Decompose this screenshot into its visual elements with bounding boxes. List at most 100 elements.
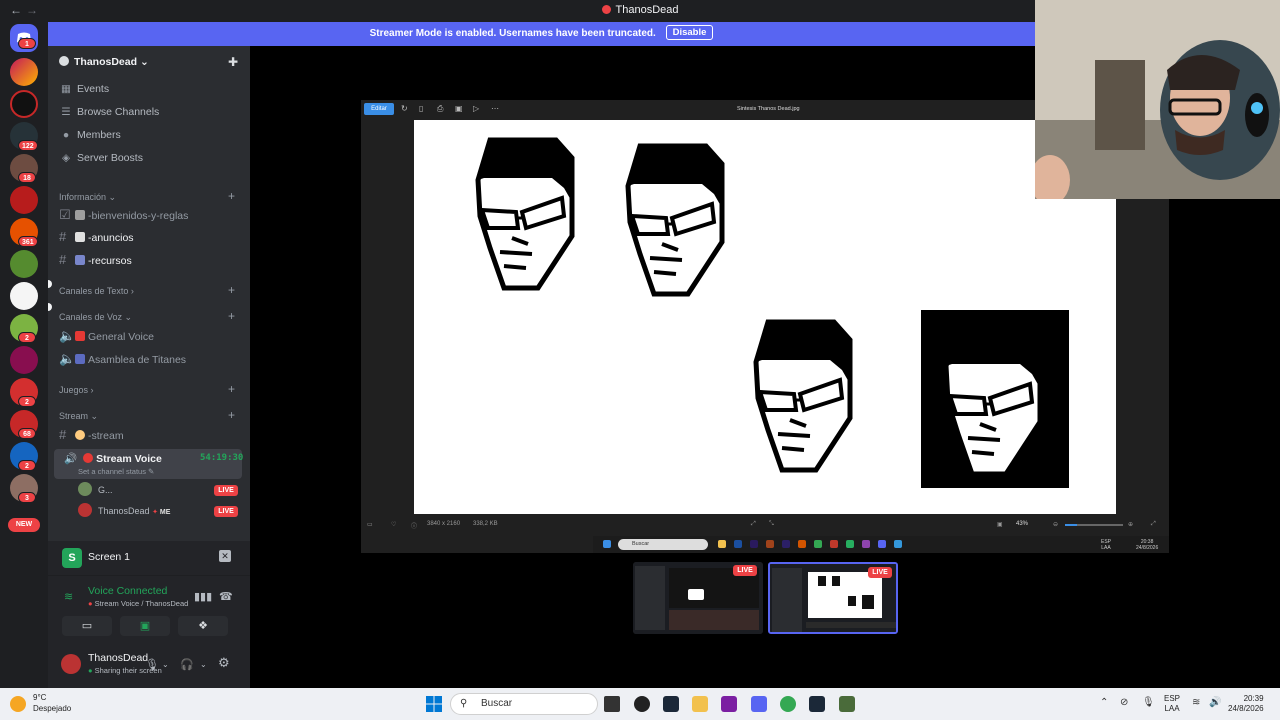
app-icon[interactable] — [721, 696, 737, 712]
clock[interactable]: 20:39 24/8/2026 — [1228, 694, 1264, 714]
stop-share-icon[interactable]: ✕ — [219, 550, 231, 562]
microphone-icon[interactable]: 🎙 — [1142, 697, 1155, 708]
menu-server-boosts[interactable]: ◈ Server Boosts — [59, 148, 143, 168]
fullscreen-icon[interactable]: ⤢ — [751, 521, 756, 528]
zoom-out-icon[interactable]: ⊖ — [1053, 521, 1058, 528]
app-icon[interactable] — [839, 696, 855, 712]
voice-status[interactable]: Voice Connected — [88, 585, 167, 597]
unread-badge: 18 — [18, 172, 36, 183]
menu-browse-channels[interactable]: ☰ Browse Channels — [59, 102, 159, 122]
live-badge: LIVE — [214, 485, 238, 496]
rotate-icon[interactable]: ↻ — [401, 104, 408, 113]
server-icon[interactable] — [10, 186, 38, 214]
category-texto[interactable]: Canales de Texto › — [59, 286, 134, 296]
weather-moon-icon[interactable] — [10, 696, 26, 712]
edit-button[interactable]: Editar — [364, 103, 394, 115]
chevron-down-icon[interactable]: ⌄ — [200, 660, 207, 669]
headphones-icon[interactable]: 🎧 — [180, 658, 194, 671]
server-icon[interactable] — [10, 250, 38, 278]
live-badge: LIVE — [868, 567, 892, 578]
server-icon[interactable] — [10, 58, 38, 86]
user-avatar[interactable] — [61, 654, 81, 674]
filmstrip-icon[interactable]: ▭ — [367, 521, 373, 528]
compare-icon[interactable]: ⤡ — [769, 521, 774, 528]
taskbar-search[interactable]: ⚲ Buscar — [450, 693, 598, 715]
screen-share-panel: S Screen 1 ✕ — [48, 541, 250, 575]
expand-icon[interactable]: ⤢ — [1151, 521, 1156, 528]
steam-icon[interactable] — [809, 696, 825, 712]
channel-recursos[interactable]: # -recursos — [59, 250, 132, 270]
fit-icon[interactable]: ▣ — [997, 521, 1003, 528]
add-channel-icon[interactable]: + — [228, 309, 235, 323]
add-channel-icon[interactable]: + — [228, 408, 235, 422]
server-icon[interactable] — [10, 346, 38, 374]
microphone-icon[interactable]: 🎙 — [145, 658, 159, 671]
channel-stream-voice[interactable]: 🔊 Stream Voice 54:19:30 Set a channel sta… — [54, 449, 243, 479]
voice-member[interactable]: ThanosDead ✦ ME — [78, 501, 170, 521]
channel-bienvenidos[interactable]: ☑ -bienvenidos-y-reglas — [59, 205, 188, 225]
volume-icon[interactable]: 🔊 — [1209, 697, 1221, 708]
chevron-down-icon[interactable]: ⌄ — [162, 660, 169, 669]
voice-location[interactable]: ● Stream Voice / ThanosDead — [88, 599, 188, 608]
noise-suppression-icon[interactable]: ▮▮▮ — [194, 590, 212, 603]
server-icon[interactable] — [10, 90, 38, 118]
zoom-level[interactable]: 43% — [1016, 521, 1028, 527]
activities-icon[interactable]: ❖ — [178, 616, 228, 636]
file-explorer-icon[interactable] — [692, 696, 708, 712]
server-name-header[interactable]: ThanosDead ⌄ — [59, 56, 149, 68]
category-juegos[interactable]: Juegos › — [59, 385, 94, 395]
info-icon[interactable]: ⓘ — [411, 521, 417, 530]
weather-description[interactable]: Despejado — [33, 704, 71, 713]
zoom-in-icon[interactable]: ⊕ — [1128, 521, 1133, 528]
channel-general-voice[interactable]: 🔈 General Voice — [59, 326, 154, 346]
windows-start-icon[interactable] — [426, 696, 442, 712]
favorite-icon[interactable]: ♡ — [391, 521, 396, 528]
language-indicator[interactable]: ESP LAA — [1164, 694, 1180, 714]
channel-status-hint[interactable]: Set a channel status ✎ — [78, 467, 154, 476]
channel-anuncios[interactable]: # -anuncios — [59, 227, 134, 247]
stream-thumbnail[interactable]: LIVE — [633, 562, 763, 634]
channel-asamblea[interactable]: 🔈 Asamblea de Titanes — [59, 349, 186, 369]
disable-streamer-mode-button[interactable]: Disable — [665, 25, 714, 40]
wifi-icon[interactable]: ≋ — [1192, 697, 1200, 708]
server-icon[interactable] — [10, 282, 38, 310]
chrome-icon[interactable] — [780, 696, 796, 712]
add-channel-icon[interactable]: + — [228, 283, 235, 297]
disconnect-icon[interactable]: ☎ — [219, 590, 233, 603]
menu-members[interactable]: ● Members — [59, 125, 121, 145]
tray-chevron-icon[interactable]: ⌃ — [1100, 697, 1108, 708]
invite-people-icon[interactable]: ✚ — [228, 55, 238, 69]
settings-gear-icon[interactable]: ⚙ — [218, 655, 230, 671]
menu-events[interactable]: ▦ Events — [59, 79, 109, 99]
add-channel-icon[interactable]: + — [228, 382, 235, 396]
print-icon[interactable]: ⎙ — [437, 104, 443, 114]
more-icon[interactable]: ⋯ — [491, 104, 499, 113]
channel-stream-text[interactable]: # -stream — [59, 425, 124, 445]
delete-icon[interactable]: ▯ — [419, 104, 423, 113]
zoom-slider[interactable] — [1065, 524, 1123, 526]
weather-temperature[interactable]: 9°C — [33, 693, 46, 702]
add-channel-icon[interactable]: + — [228, 189, 235, 203]
emoji-icon — [83, 453, 94, 463]
task-view-icon[interactable] — [604, 696, 620, 712]
share-screen-icon[interactable]: ▣ — [120, 616, 170, 636]
camera-toggle-icon[interactable]: ▭ — [62, 616, 112, 636]
steam-icon[interactable] — [663, 696, 679, 712]
signal-icon[interactable]: ≋ — [64, 590, 73, 603]
stream-thumbnail[interactable]: LIVE — [768, 562, 898, 634]
network-off-icon[interactable]: ⊘ — [1120, 697, 1128, 708]
save-icon[interactable]: ▣ — [455, 104, 463, 113]
user-name[interactable]: ThanosDead — [88, 652, 148, 664]
obs-icon[interactable] — [634, 696, 650, 712]
discord-icon[interactable] — [751, 696, 767, 712]
avatar — [78, 482, 92, 496]
unread-indicator — [48, 280, 52, 288]
category-voz[interactable]: Canales de Voz ⌄ — [59, 312, 132, 323]
unread-badge: 2 — [18, 396, 36, 407]
thanos-face-drawing — [478, 140, 572, 288]
category-informacion[interactable]: Información ⌄ — [59, 192, 116, 203]
emoji-icon — [75, 255, 85, 265]
category-stream[interactable]: Stream ⌄ — [59, 411, 98, 422]
voice-member[interactable]: G... — [78, 480, 113, 500]
share-icon[interactable]: ▷ — [473, 104, 479, 113]
